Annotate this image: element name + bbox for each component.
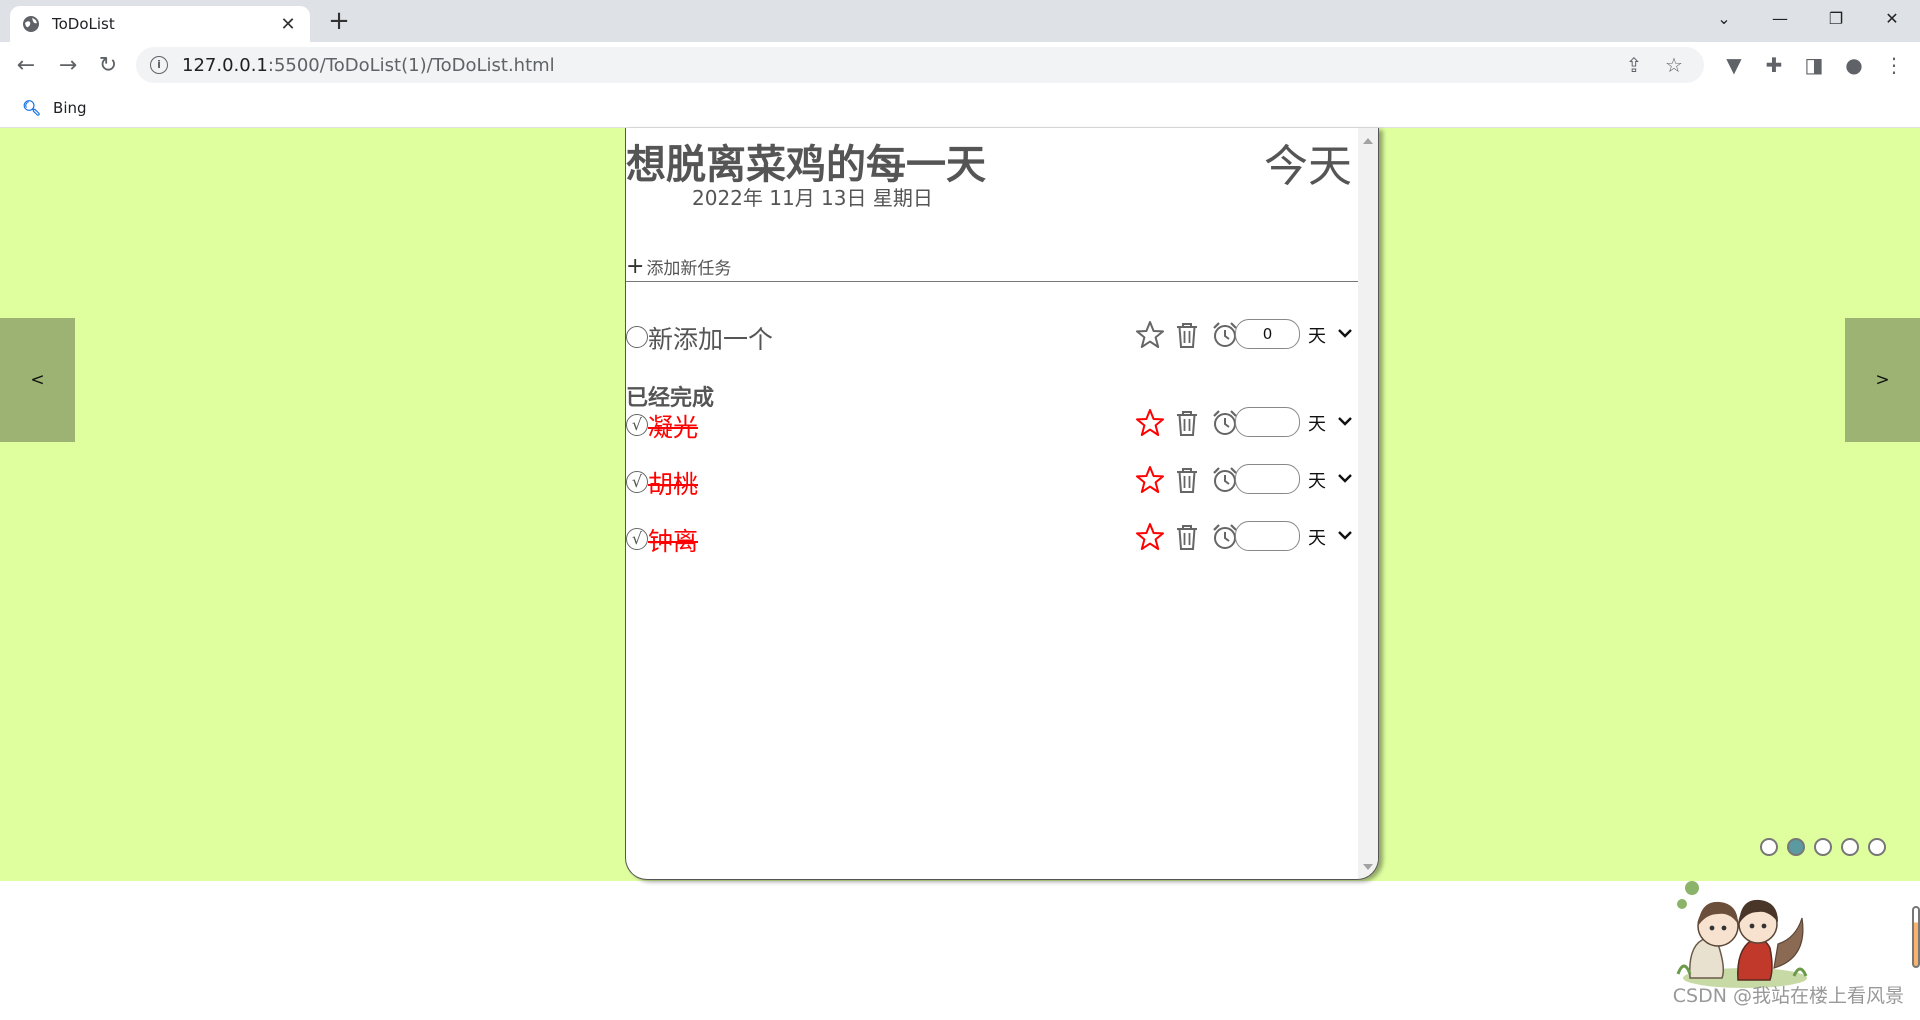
bookmarks-bar: 🔍︎ Bing <box>0 88 1920 128</box>
bookmark-bing[interactable]: Bing <box>53 99 87 117</box>
carousel-dot[interactable] <box>1814 838 1832 856</box>
bookmark-star-icon[interactable]: ☆ <box>1662 53 1686 77</box>
card-scrollbar[interactable] <box>1358 128 1378 879</box>
carousel-dot[interactable] <box>1787 838 1805 856</box>
star-icon[interactable] <box>1135 408 1165 438</box>
browser-tab[interactable]: ToDoList ✕ <box>10 6 310 42</box>
share-icon[interactable]: ⇪ <box>1622 53 1646 77</box>
task-checkbox-circle[interactable] <box>626 326 648 348</box>
task-checked-circle[interactable]: √ <box>626 528 648 550</box>
new-tab-button[interactable]: + <box>324 6 354 36</box>
task-name[interactable]: 新添加一个 <box>648 320 773 356</box>
add-task-input[interactable]: + 添加新任务 <box>626 252 1360 282</box>
csdn-watermark: CSDN @我站在楼上看风景 <box>1672 985 1904 1007</box>
chevron-down-icon[interactable] <box>1337 324 1353 342</box>
star-icon[interactable] <box>1135 320 1165 350</box>
address-bar[interactable]: i 127.0.0.1:5500/ToDoList(1)/ToDoList.ht… <box>136 47 1704 83</box>
carousel-prev-button[interactable]: < <box>0 318 75 442</box>
forward-arrow-icon[interactable]: → <box>52 49 84 81</box>
minimize-icon[interactable]: — <box>1752 0 1808 36</box>
days-unit-label: 天 <box>1308 471 1326 492</box>
carousel-dots <box>1760 838 1886 856</box>
browser-toolbar: ← → ↻ i 127.0.0.1:5500/ToDoList(1)/ToDoL… <box>0 42 1920 88</box>
completed-task-row: √ 胡桃 天 <box>626 463 1360 501</box>
info-icon[interactable]: i <box>150 56 168 74</box>
reload-icon[interactable]: ↻ <box>92 49 124 81</box>
days-unit-label: 天 <box>1308 326 1326 347</box>
trash-icon[interactable] <box>1173 408 1201 438</box>
carousel-dot[interactable] <box>1760 838 1778 856</box>
side-panel-icon[interactable]: ◨ <box>1802 49 1826 81</box>
anime-mascot-illustration <box>1676 881 1808 988</box>
page-viewport: < > 想脱离菜鸡的每一天 今天 2022年 11月 13日 星期日 + 添加新… <box>0 128 1920 1020</box>
carousel-dot[interactable] <box>1868 838 1886 856</box>
chevron-down-icon[interactable] <box>1337 469 1353 487</box>
current-date: 2022年 11月 13日 星期日 <box>692 186 933 210</box>
chevron-down-icon[interactable] <box>1337 526 1353 544</box>
trash-icon[interactable] <box>1173 320 1201 350</box>
add-task-placeholder: 添加新任务 <box>646 259 732 279</box>
task-checked-circle[interactable]: √ <box>626 471 648 493</box>
browser-tab-strip: ToDoList ✕ + ⌄ — ❐ ✕ <box>0 0 1920 42</box>
toolbar-extensions: ▼ ✚ ◨ ● ⋮ <box>1722 49 1906 81</box>
todo-card: 想脱离菜鸡的每一天 今天 2022年 11月 13日 星期日 + 添加新任务 新… <box>625 128 1379 880</box>
task-name[interactable]: 凝光 <box>648 408 698 444</box>
trash-icon[interactable] <box>1173 465 1201 495</box>
close-tab-icon[interactable]: ✕ <box>278 14 298 35</box>
days-input[interactable] <box>1235 407 1300 437</box>
today-heading: 今天 <box>1264 141 1352 192</box>
extensions-puzzle-icon[interactable]: ✚ <box>1762 49 1786 81</box>
scroll-up-arrow-icon[interactable] <box>1363 138 1373 144</box>
task-name[interactable]: 胡桃 <box>648 465 698 501</box>
url-text: 127.0.0.1:5500/ToDoList(1)/ToDoList.html <box>182 55 555 76</box>
omnibox-actions: ⇪ ☆ <box>1622 53 1686 77</box>
globe-icon <box>23 16 39 32</box>
profile-avatar-icon[interactable]: ● <box>1842 49 1866 81</box>
days-unit-label: 天 <box>1308 414 1326 435</box>
chevron-down-icon[interactable]: ⌄ <box>1696 0 1752 36</box>
carousel-stage: < > 想脱离菜鸡的每一天 今天 2022年 11月 13日 星期日 + 添加新… <box>0 128 1920 881</box>
days-input[interactable]: 0 <box>1235 319 1300 349</box>
tab-title: ToDoList <box>52 15 115 33</box>
more-menu-icon[interactable]: ⋮ <box>1882 49 1906 81</box>
pending-task-row: 新添加一个 0 天 <box>626 318 1360 356</box>
url-path: :5500/ToDoList(1)/ToDoList.html <box>267 54 555 76</box>
close-window-icon[interactable]: ✕ <box>1864 0 1920 36</box>
bing-search-icon: 🔍︎ <box>22 98 42 117</box>
days-input[interactable] <box>1235 521 1300 551</box>
completed-task-row: √ 凝光 天 <box>626 406 1360 444</box>
url-host: 127.0.0.1 <box>182 54 268 76</box>
carousel-dot[interactable] <box>1841 838 1859 856</box>
completed-task-row: √ 钟离 天 <box>626 520 1360 558</box>
star-icon[interactable] <box>1135 465 1165 495</box>
back-arrow-icon[interactable]: ← <box>10 49 42 81</box>
restore-icon[interactable]: ❐ <box>1808 0 1864 36</box>
trash-icon[interactable] <box>1173 522 1201 552</box>
scroll-indicator <box>1912 906 1920 968</box>
days-unit-label: 天 <box>1308 528 1326 549</box>
scroll-down-arrow-icon[interactable] <box>1363 864 1373 870</box>
star-icon[interactable] <box>1135 522 1165 552</box>
task-name[interactable]: 钟离 <box>648 522 698 558</box>
vue-devtools-icon[interactable]: ▼ <box>1722 49 1746 81</box>
window-controls: ⌄ — ❐ ✕ <box>1696 0 1920 36</box>
days-input[interactable] <box>1235 464 1300 494</box>
plus-icon: + <box>626 254 645 279</box>
carousel-next-button[interactable]: > <box>1845 318 1920 442</box>
task-checked-circle[interactable]: √ <box>626 414 648 436</box>
chevron-down-icon[interactable] <box>1337 412 1353 430</box>
